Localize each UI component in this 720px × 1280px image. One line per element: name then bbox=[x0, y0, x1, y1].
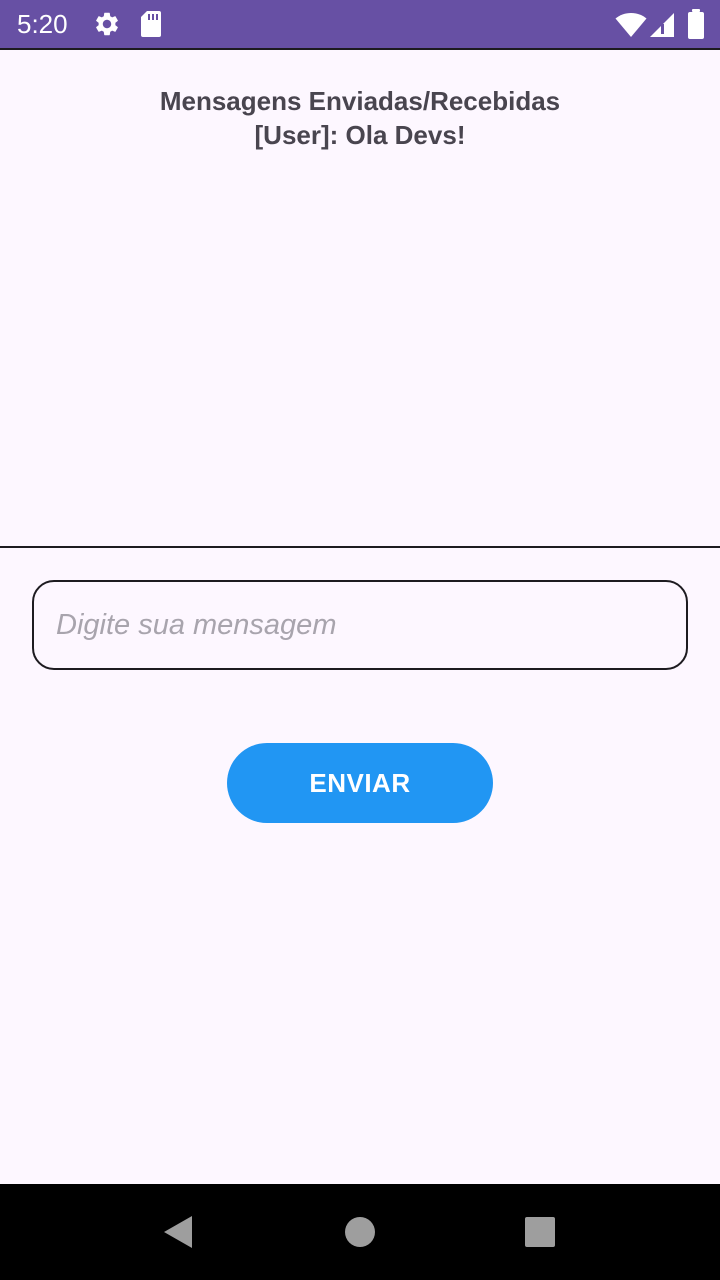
back-icon[interactable] bbox=[162, 1214, 194, 1250]
recents-icon[interactable] bbox=[525, 1217, 555, 1247]
messages-divider bbox=[0, 546, 720, 548]
send-button[interactable]: ENVIAR bbox=[227, 743, 493, 823]
wifi-icon bbox=[615, 13, 647, 37]
navigation-bar bbox=[0, 1184, 720, 1280]
signal-icon bbox=[650, 13, 674, 37]
message-item: [User]: Ola Devs! bbox=[254, 120, 466, 150]
messages-title: Mensagens Enviadas/Recebidas bbox=[159, 86, 561, 116]
battery-icon bbox=[688, 9, 704, 39]
message-input[interactable] bbox=[32, 580, 688, 670]
sd-card-icon bbox=[141, 11, 161, 37]
status-bar: 5:20 bbox=[0, 0, 720, 48]
settings-icon bbox=[96, 12, 118, 36]
home-icon[interactable] bbox=[344, 1216, 376, 1248]
chat-screen: Mensagens Enviadas/Recebidas [User]: Ola… bbox=[0, 50, 720, 1184]
status-time: 5:20 bbox=[17, 9, 68, 39]
